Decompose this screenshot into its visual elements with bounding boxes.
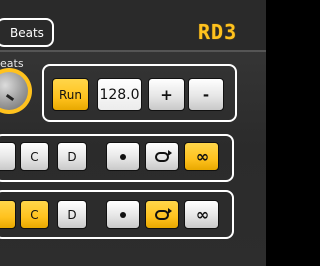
bpm-decrease-button[interactable]: -: [188, 78, 224, 111]
loop-icon: [155, 149, 172, 162]
bpm-display[interactable]: 128.0: [97, 78, 142, 111]
track-2-record-button[interactable]: [106, 200, 140, 229]
track-1-loop-button[interactable]: [145, 142, 179, 171]
infinity-icon: ∞: [195, 205, 209, 224]
dot-icon: [120, 211, 126, 218]
track-2-c-button[interactable]: C: [20, 200, 49, 229]
infinity-icon: ∞: [195, 147, 209, 166]
top-bar-divider: [0, 50, 266, 52]
track-1-step-button[interactable]: [0, 142, 16, 171]
track-1-infinite-button[interactable]: ∞: [184, 142, 219, 171]
track-1-c-button[interactable]: C: [20, 142, 49, 171]
beats-tab-label: Beats: [10, 26, 44, 40]
track-2-step-button[interactable]: [0, 200, 16, 229]
track-2-d-button[interactable]: D: [57, 200, 87, 229]
beats-tab[interactable]: Beats: [0, 18, 54, 47]
track-2-loop-button[interactable]: [145, 200, 179, 229]
track-2-infinite-button[interactable]: ∞: [184, 200, 219, 229]
dot-icon: [120, 153, 126, 160]
track-1-record-button[interactable]: [106, 142, 140, 171]
track-1-d-button[interactable]: D: [57, 142, 87, 171]
bpm-increase-button[interactable]: +: [148, 78, 185, 111]
run-button[interactable]: Run: [52, 78, 89, 111]
app-screen: Beats RD3 eats Run 128.0 + - C D ∞ C D ∞: [0, 0, 266, 266]
loop-icon: [155, 207, 172, 220]
app-logo: RD3: [198, 20, 238, 44]
